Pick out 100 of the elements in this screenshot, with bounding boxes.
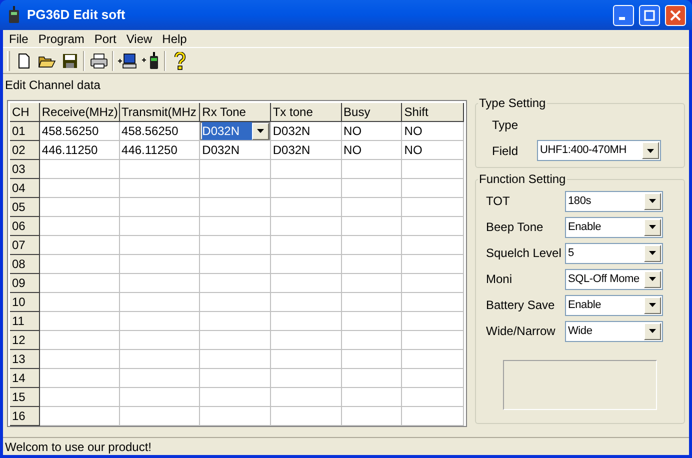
setting-dropdown[interactable]: Enable bbox=[565, 216, 663, 238]
menu-item[interactable]: Port bbox=[89, 30, 122, 48]
table-cell bbox=[200, 255, 271, 274]
row-header[interactable]: 14 bbox=[10, 369, 40, 388]
table-cell bbox=[270, 312, 342, 331]
row-header[interactable]: 10 bbox=[10, 293, 40, 312]
table-cell bbox=[270, 293, 342, 312]
minimize-button[interactable] bbox=[613, 4, 634, 26]
setting-label: Squelch Level bbox=[486, 245, 562, 262]
table-cell bbox=[270, 198, 342, 217]
radio-icon[interactable] bbox=[142, 52, 160, 70]
group-title: Type Setting bbox=[478, 95, 547, 112]
menu-item[interactable]: File bbox=[4, 30, 34, 48]
close-button[interactable] bbox=[665, 4, 686, 26]
table-cell bbox=[270, 407, 342, 426]
table-cell bbox=[270, 217, 342, 236]
tone-dropdown[interactable]: D032N bbox=[200, 122, 270, 140]
row-header[interactable]: 02 bbox=[10, 141, 40, 160]
close-icon bbox=[670, 10, 681, 20]
group-title: Function Setting bbox=[478, 171, 567, 188]
table-cell bbox=[402, 350, 464, 369]
table-cell bbox=[342, 274, 402, 293]
table-cell bbox=[200, 293, 271, 312]
table-cell bbox=[342, 407, 402, 426]
table-cell bbox=[270, 236, 342, 255]
menu-item[interactable]: Program bbox=[33, 30, 90, 48]
column-header[interactable]: Receive(MHz) bbox=[40, 103, 120, 122]
field-label: Field bbox=[492, 142, 520, 160]
table-cell: 458.56250 bbox=[40, 122, 120, 141]
table-cell bbox=[342, 331, 402, 350]
row-header[interactable]: 05 bbox=[10, 198, 40, 217]
save-icon[interactable] bbox=[62, 52, 78, 68]
table-cell bbox=[200, 217, 271, 236]
table-cell bbox=[200, 236, 271, 255]
table-cell bbox=[342, 198, 402, 217]
table-cell: 446.11250 bbox=[120, 141, 200, 160]
type-label: Type bbox=[492, 118, 518, 132]
table-cell bbox=[342, 312, 402, 331]
new-file-icon[interactable] bbox=[16, 52, 32, 68]
table-cell bbox=[402, 369, 464, 388]
menu-item[interactable]: View bbox=[121, 30, 158, 48]
table-cell bbox=[200, 312, 271, 331]
table-cell: 458.56250 bbox=[120, 122, 200, 141]
table-cell: D032N bbox=[200, 141, 271, 160]
table-cell bbox=[270, 388, 342, 407]
setting-label: Moni bbox=[486, 271, 514, 288]
table-cell bbox=[342, 217, 402, 236]
menu-item[interactable]: Help bbox=[157, 30, 192, 48]
table-cell bbox=[270, 274, 342, 293]
table-cell bbox=[342, 179, 402, 198]
setting-label: Beep Tone bbox=[486, 219, 544, 236]
setting-dropdown[interactable]: Wide bbox=[565, 320, 663, 342]
row-header[interactable]: 16 bbox=[10, 407, 40, 426]
setting-label: Battery Save bbox=[486, 297, 556, 314]
printer-icon[interactable] bbox=[90, 52, 108, 68]
setting-dropdown[interactable]: SQL-Off Mome bbox=[565, 268, 663, 290]
maximize-button[interactable] bbox=[639, 4, 660, 26]
column-header[interactable]: Rx Tone bbox=[200, 103, 271, 122]
setting-dropdown[interactable]: 5 bbox=[565, 242, 663, 264]
column-header[interactable]: Shift bbox=[402, 103, 464, 122]
table-cell bbox=[270, 350, 342, 369]
row-header[interactable]: 01 bbox=[10, 122, 40, 141]
table-cell: NO bbox=[402, 141, 464, 160]
row-header[interactable]: 07 bbox=[10, 236, 40, 255]
table-cell bbox=[200, 407, 271, 426]
column-header[interactable]: Transmit(MHz bbox=[120, 103, 200, 122]
column-header[interactable]: Tx tone bbox=[270, 103, 342, 122]
row-header[interactable]: 13 bbox=[10, 350, 40, 369]
computer-icon[interactable] bbox=[118, 52, 138, 68]
table-cell bbox=[200, 331, 271, 350]
table-cell bbox=[402, 274, 464, 293]
table-cell bbox=[342, 293, 402, 312]
row-header[interactable]: 11 bbox=[10, 312, 40, 331]
status-text: Welcom to use our product! bbox=[5, 438, 152, 456]
column-header[interactable]: Busy bbox=[342, 103, 402, 122]
setting-dropdown[interactable]: 180s bbox=[565, 190, 663, 212]
table-cell bbox=[200, 179, 271, 198]
maximize-icon bbox=[644, 10, 655, 20]
window-title: PG36D Edit soft bbox=[27, 6, 126, 24]
setting-label: Wide/Narrow bbox=[486, 323, 556, 340]
table-cell: NO bbox=[342, 141, 402, 160]
row-header[interactable]: 04 bbox=[10, 179, 40, 198]
field-dropdown[interactable]: UHF1:400-470MH bbox=[537, 140, 661, 161]
row-header[interactable]: 03 bbox=[10, 160, 40, 179]
help-icon[interactable] bbox=[174, 52, 186, 70]
table-cell bbox=[402, 388, 464, 407]
table-cell bbox=[342, 236, 402, 255]
column-header[interactable]: CH bbox=[10, 103, 40, 122]
row-header[interactable]: 06 bbox=[10, 217, 40, 236]
row-header[interactable]: 08 bbox=[10, 255, 40, 274]
table-cell bbox=[402, 179, 464, 198]
setting-dropdown[interactable]: Enable bbox=[565, 294, 663, 316]
row-header[interactable]: 09 bbox=[10, 274, 40, 293]
table-cell: NO bbox=[402, 122, 464, 141]
radio-icon bbox=[6, 6, 22, 24]
table-cell bbox=[402, 160, 464, 179]
table-cell bbox=[402, 407, 464, 426]
table-cell bbox=[402, 236, 464, 255]
row-header[interactable]: 12 bbox=[10, 331, 40, 350]
row-header[interactable]: 15 bbox=[10, 388, 40, 407]
